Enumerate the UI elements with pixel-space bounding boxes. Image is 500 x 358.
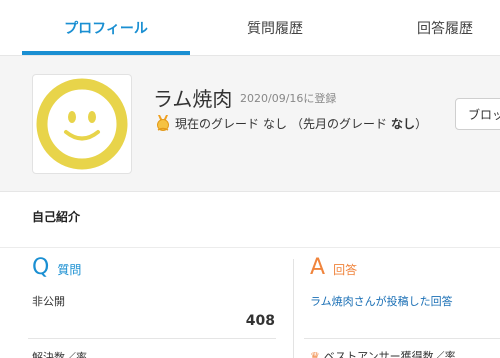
self-introduction-section: 自己紹介 <box>0 192 500 248</box>
best-answer-rate: ♛ ベストアンサー獲得数／率 <box>310 348 456 358</box>
questions-count: 408 <box>245 313 275 329</box>
resolved-rate-label: 解決数／率 <box>32 351 87 358</box>
grade-info: 現在のグレード なし （先月のグレード なし ） <box>155 114 427 132</box>
divider <box>304 338 500 339</box>
block-button[interactable]: ブロック <box>455 98 500 130</box>
tab-profile[interactable]: プロフィール <box>22 0 190 56</box>
last-month-grade-close: ） <box>415 116 428 131</box>
smiley-face-icon <box>36 78 128 170</box>
questions-heading: Q 質問 <box>32 255 81 280</box>
best-answer-rate-label: ベストアンサー獲得数／率 <box>323 350 456 358</box>
tab-answer-history[interactable]: 回答履歴 <box>360 0 500 56</box>
question-q-icon: Q <box>32 255 50 280</box>
avatar[interactable] <box>32 74 132 174</box>
tab-bar: プロフィール 質問履歴 回答履歴 <box>0 0 500 56</box>
answer-a-icon: A <box>310 255 326 280</box>
tab-question-history[interactable]: 質問履歴 <box>190 0 360 56</box>
active-tab-indicator <box>22 51 190 55</box>
grade-label: 現在のグレード <box>175 116 260 131</box>
user-name: ラム焼肉 <box>153 87 233 111</box>
answers-panel: A 回答 ラム焼肉さんが投稿した回答 ♛ ベストアンサー獲得数／率 <box>294 249 500 358</box>
posted-answers-link[interactable]: ラム焼肉さんが投稿した回答 <box>310 293 453 309</box>
profile-header: ラム焼肉 2020/09/16に登録 現在のグレード なし （先月のグレード な… <box>0 56 500 192</box>
answers-title: 回答 <box>333 263 358 277</box>
last-month-grade-value: なし <box>391 116 416 131</box>
last-month-grade-label: （先月のグレード <box>291 116 388 131</box>
grade-value: なし <box>263 116 288 131</box>
questions-visibility: 非公開 <box>32 295 65 308</box>
registration-date: 2020/09/16に登録 <box>240 92 337 105</box>
questions-panel: Q 質問 非公開 408 解決数／率 <box>0 249 293 358</box>
answers-heading: A 回答 <box>310 255 357 280</box>
divider <box>28 338 276 339</box>
ribbon-icon: ♛ <box>310 349 320 358</box>
grade-medal-icon <box>157 115 169 131</box>
self-introduction-title: 自己紹介 <box>32 210 81 224</box>
questions-title: 質問 <box>57 263 82 277</box>
